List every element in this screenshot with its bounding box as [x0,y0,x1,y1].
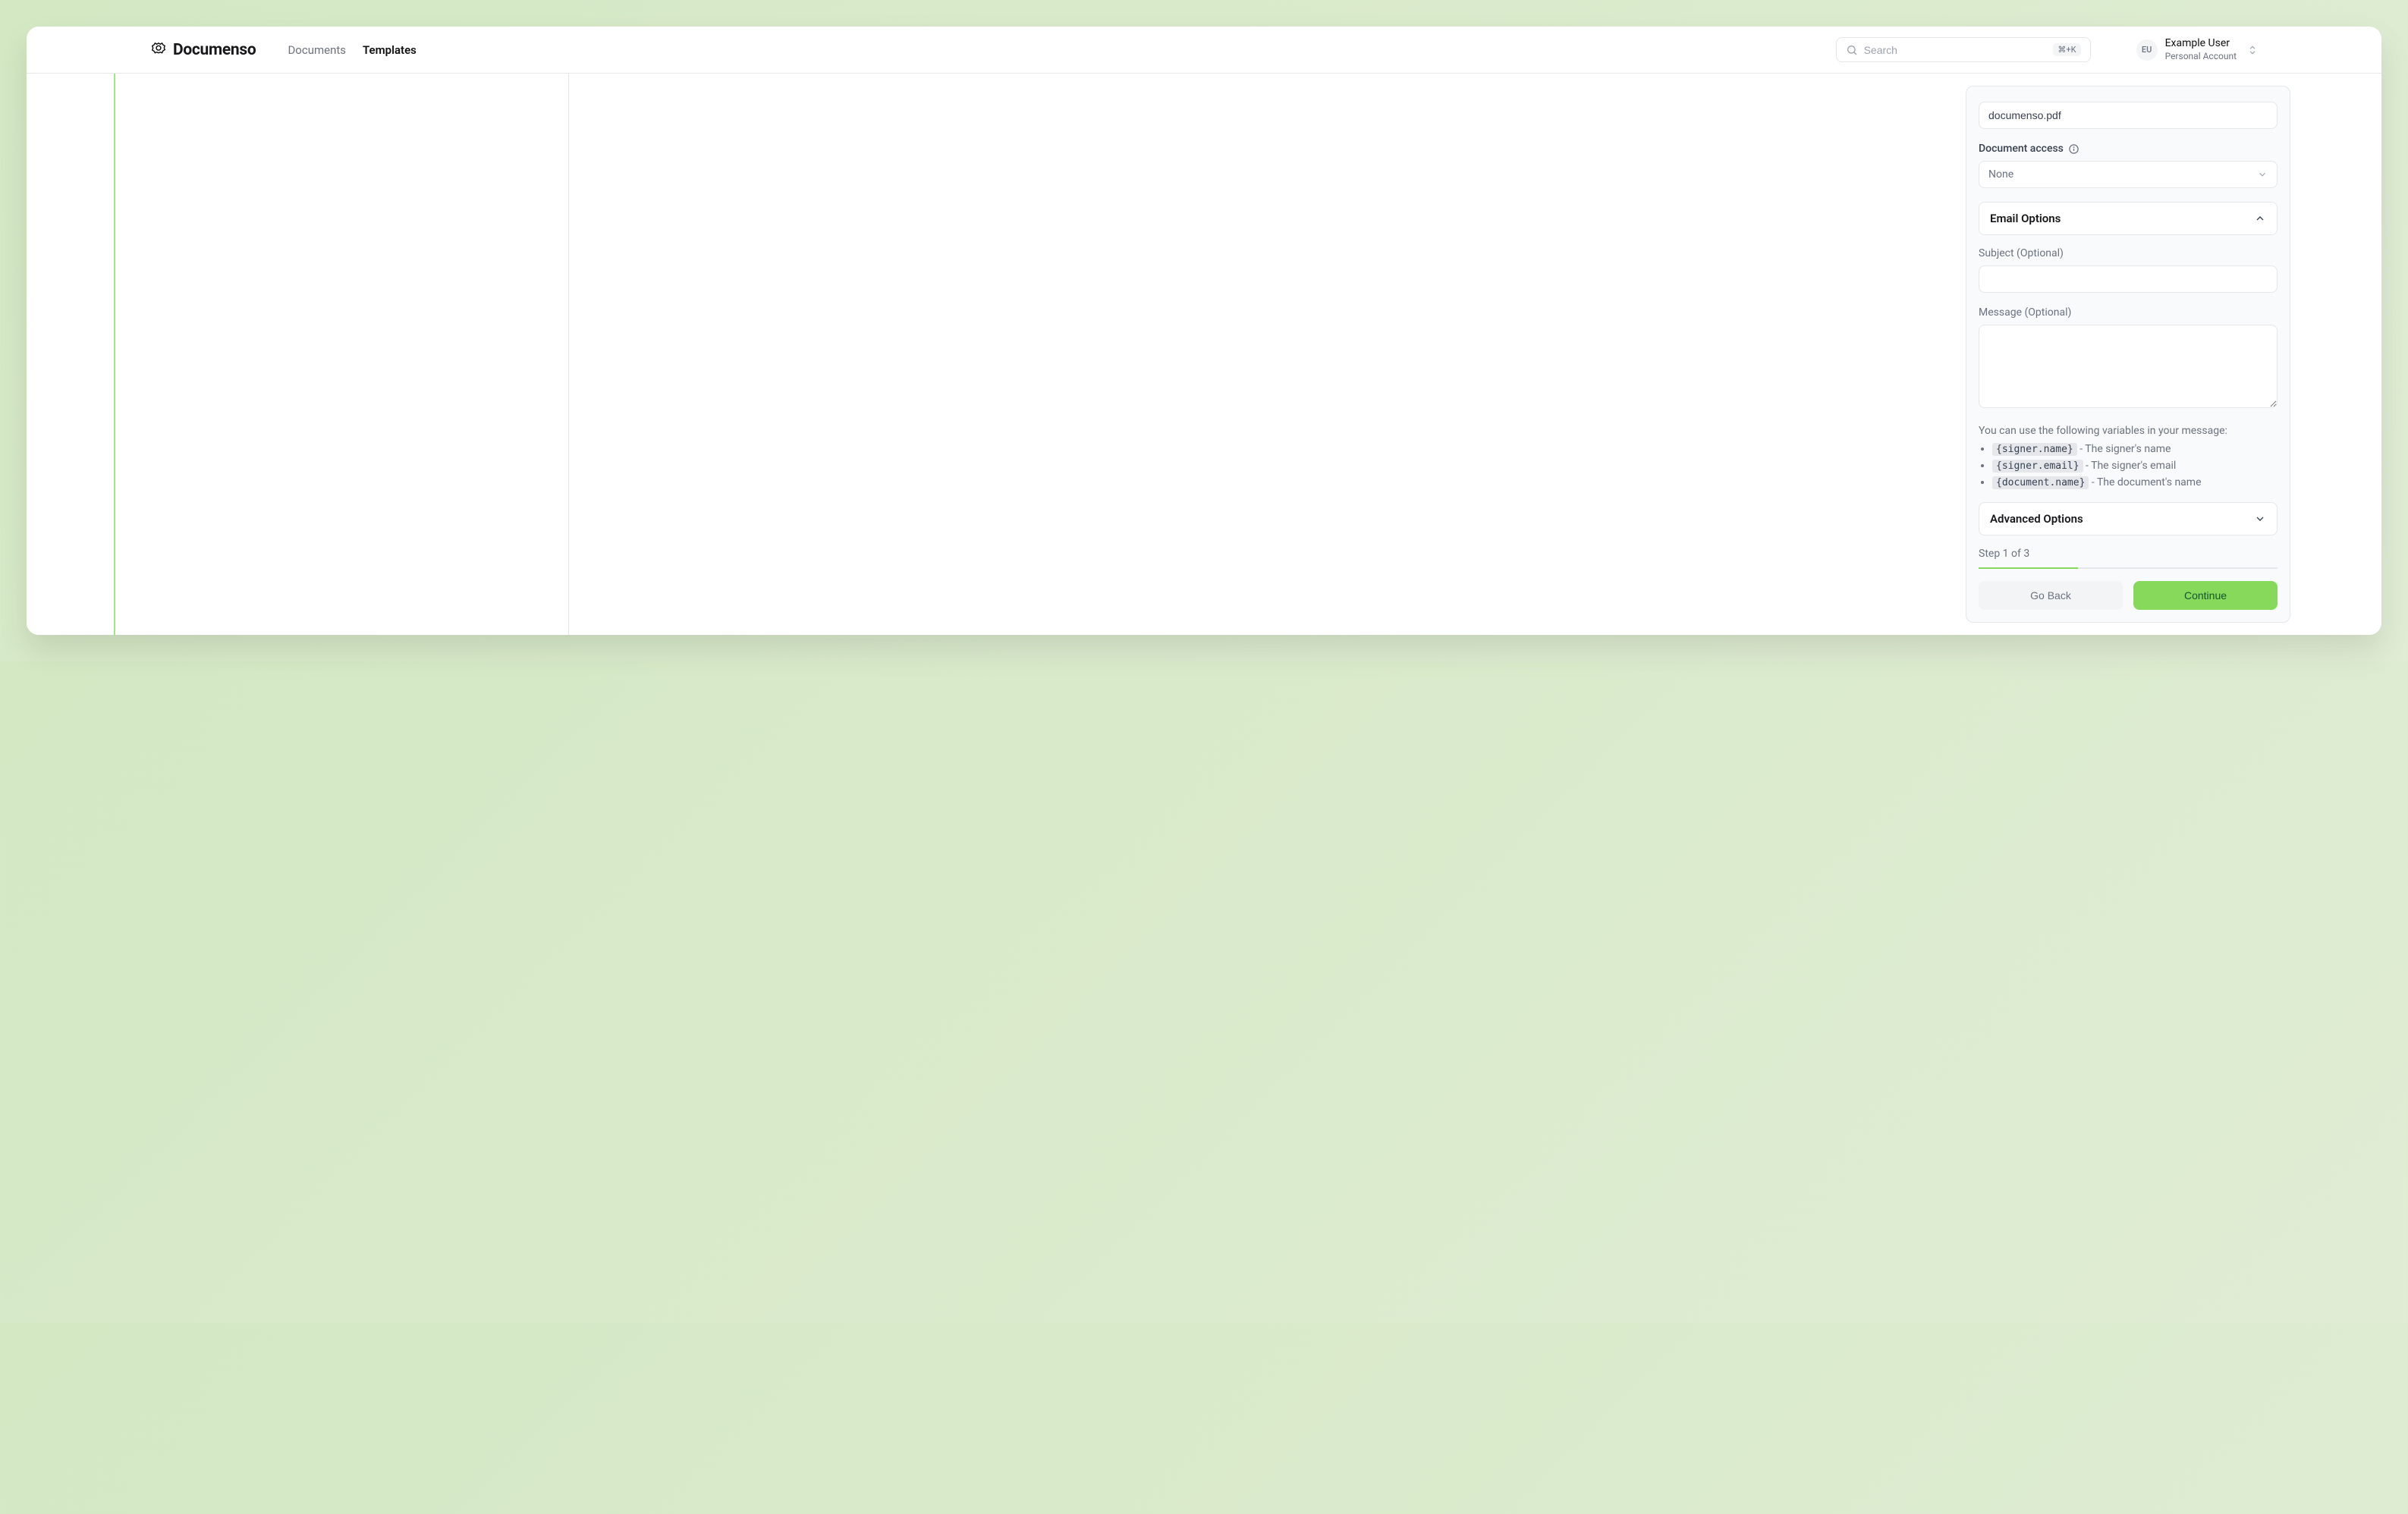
info-icon[interactable] [2068,143,2079,155]
body: Document access None Email Options [27,74,2381,635]
progress-track [1979,567,2278,569]
subject-input[interactable] [1979,265,2278,293]
variables-list: {signer.name} - The signer's name {signe… [1992,443,2278,488]
nav-templates[interactable]: Templates [363,43,417,57]
document-access-label: Document access [1979,143,2278,155]
user-menu[interactable]: EU Example User Personal Account [2136,37,2258,62]
chevron-up-down-icon [2247,45,2258,55]
chevron-down-icon [2257,169,2268,180]
variable-item: {document.name} - The document's name [1992,476,2278,488]
nav-documents[interactable]: Documents [288,43,346,57]
search-icon [1846,44,1858,56]
user-name: Example User [2165,37,2237,51]
logo[interactable]: Documenso [150,41,256,59]
document-preview-column [27,74,1966,635]
filename-input[interactable] [1979,102,2278,129]
chevron-down-icon [2254,513,2266,525]
step-indicator: Step 1 of 3 [1979,548,2278,560]
document-preview[interactable] [114,74,569,635]
variables-intro: You can use the following variables in y… [1979,425,2278,437]
app-window: Documenso Documents Templates ⌘+K EU Exa… [27,27,2381,635]
variable-item: {signer.name} - The signer's name [1992,443,2278,455]
settings-panel: Document access None Email Options [1966,74,2290,635]
user-account: Personal Account [2165,51,2237,62]
document-access-select[interactable]: None [1979,161,2278,188]
search-shortcut: ⌘+K [2053,43,2080,56]
nav: Documents Templates [288,43,416,57]
search-input[interactable] [1864,44,2048,56]
email-options-accordion[interactable]: Email Options [1979,202,2278,235]
user-meta: Example User Personal Account [2165,37,2237,62]
avatar: EU [2136,39,2158,61]
chevron-up-icon [2254,212,2266,225]
search-box[interactable]: ⌘+K [1836,37,2091,62]
continue-button[interactable]: Continue [2133,581,2278,610]
header: Documenso Documents Templates ⌘+K EU Exa… [27,27,2381,74]
logo-icon [150,42,167,58]
subject-label: Subject (Optional) [1979,247,2278,259]
message-label: Message (Optional) [1979,306,2278,319]
go-back-button[interactable]: Go Back [1979,581,2123,610]
progress-bar [1979,567,2078,569]
variable-item: {signer.email} - The signer's email [1992,460,2278,472]
advanced-options-accordion[interactable]: Advanced Options [1979,502,2278,536]
logo-text: Documenso [173,41,256,59]
button-row: Go Back Continue [1979,581,2278,610]
message-textarea[interactable] [1979,325,2278,408]
